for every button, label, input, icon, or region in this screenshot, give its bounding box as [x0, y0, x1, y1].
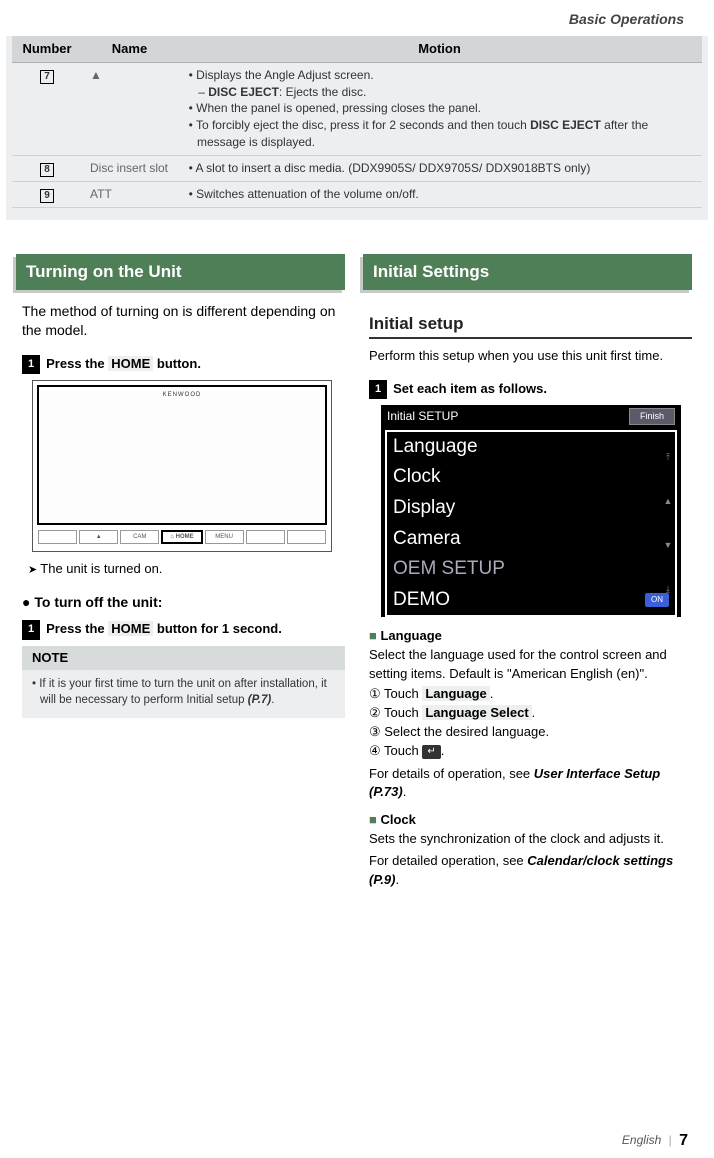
device-button: CAM: [120, 530, 159, 544]
finish-button[interactable]: Finish: [629, 408, 675, 425]
touch-language: Language: [422, 686, 489, 701]
th-name: Name: [82, 36, 177, 63]
controls-table-wrap: Number Name Motion 7 ▲ Displays the Angl…: [6, 36, 708, 220]
details-ref: For details of operation, see User Inter…: [369, 765, 692, 801]
footer-language: English: [622, 1133, 661, 1147]
setup-item-oem[interactable]: OEM SETUP: [387, 554, 675, 585]
scroll-top-icon[interactable]: ⤒: [666, 451, 670, 464]
setup-item-display[interactable]: Display: [387, 493, 675, 524]
turn-off-heading: To turn off the unit:: [22, 593, 345, 613]
motion-line: Displays the Angle Adjust screen.: [185, 67, 694, 84]
note-heading: NOTE: [22, 646, 345, 670]
table-row: 7 ▲ Displays the Angle Adjust screen. DI…: [12, 62, 702, 155]
row-motion: Switches attenuation of the volume on/of…: [177, 181, 702, 207]
motion-text: To forcibly eject the disc, press it for…: [196, 118, 530, 132]
table-row: 8 Disc insert slot A slot to insert a di…: [12, 155, 702, 181]
page-footer: English | 7: [622, 1130, 688, 1152]
row-number: 7: [40, 70, 54, 84]
result-text: The unit is turned on.: [22, 560, 345, 578]
motion-line: DISC EJECT: Ejects the disc.: [185, 84, 694, 101]
note-body: If it is your first time to turn the uni…: [22, 670, 345, 708]
device-button: [38, 530, 77, 544]
device-button: [246, 530, 285, 544]
language-steps: ① Touch Language. ② Touch Language Selec…: [369, 685, 692, 761]
row-name-eject: ▲: [82, 62, 177, 155]
device-button: MENU: [205, 530, 244, 544]
row-motion: A slot to insert a disc media. (DDX9905S…: [177, 155, 702, 181]
note-box: NOTE If it is your first time to turn th…: [22, 646, 345, 718]
back-icon: ↵: [422, 745, 440, 759]
scroll-indicators: ⤒ ▲ ▼ ⤓: [661, 435, 675, 611]
setup-item-demo[interactable]: DEMOON: [387, 585, 675, 616]
step-text: Press the HOME button.: [46, 355, 201, 373]
step-1-setup: 1 Set each item as follows.: [369, 380, 692, 399]
item-clock-head: Clock: [369, 811, 692, 829]
item-clock-body: Sets the synchronization of the clock an…: [369, 830, 692, 848]
page-ref: (P.7): [248, 694, 271, 706]
step-number: 1: [22, 620, 40, 639]
motion-text: : Ejects the disc.: [279, 85, 366, 99]
motion-line: When the panel is opened, pressing close…: [185, 100, 694, 117]
footer-page-number: 7: [679, 1132, 688, 1149]
row-name-disc-slot: Disc insert slot: [82, 155, 177, 181]
table-row: 9 ATT Switches attenuation of the volume…: [12, 181, 702, 207]
row-number: 8: [40, 163, 54, 177]
controls-table: Number Name Motion 7 ▲ Displays the Angl…: [12, 36, 702, 208]
disc-eject-label: DISC EJECT: [208, 85, 279, 99]
step-text: Press the HOME button for 1 second.: [46, 620, 282, 638]
step-number: 1: [22, 355, 40, 374]
clock-ref: For detailed operation, see Calendar/clo…: [369, 852, 692, 888]
device-home-button: ⌂ HOME: [161, 530, 202, 544]
row-motion: Displays the Angle Adjust screen. DISC E…: [177, 62, 702, 155]
motion-line: A slot to insert a disc media. (DDX9905S…: [185, 160, 694, 177]
step-text: Set each item as follows.: [393, 380, 547, 398]
left-column: Turning on the Unit The method of turnin…: [22, 254, 345, 889]
intro-text: The method of turning on is different de…: [22, 302, 345, 341]
setup-item-camera[interactable]: Camera: [387, 524, 675, 555]
device-figure: KENWOOD ▲ CAM ⌂ HOME MENU: [32, 380, 332, 552]
motion-line: Switches attenuation of the volume on/of…: [185, 186, 694, 203]
intro-text: Perform this setup when you use this uni…: [369, 347, 692, 365]
subtitle-initial-setup: Initial setup: [369, 312, 692, 340]
device-button: ▲: [79, 530, 118, 544]
scroll-down-icon[interactable]: ▼: [664, 539, 673, 552]
page-header: Basic Operations: [0, 0, 714, 36]
section-turning-on: Turning on the Unit: [16, 254, 345, 290]
setup-item-clock[interactable]: Clock: [387, 462, 675, 493]
motion-line: To forcibly eject the disc, press it for…: [185, 117, 694, 151]
touch-language-select: Language Select: [422, 705, 531, 720]
brand-label: KENWOOD: [163, 391, 202, 399]
scroll-up-icon[interactable]: ▲: [664, 495, 673, 508]
step-1: 1 Press the HOME button.: [22, 355, 345, 374]
th-number: Number: [12, 36, 82, 63]
item-language-head: Language: [369, 627, 692, 645]
section-initial-settings: Initial Settings: [363, 254, 692, 290]
row-number: 9: [40, 189, 54, 203]
initial-setup-screenshot: Initial SETUP Finish Language Clock Disp…: [381, 405, 681, 617]
th-motion: Motion: [177, 36, 702, 63]
step-number: 1: [369, 380, 387, 399]
home-button-label: HOME: [108, 621, 153, 636]
setup-screen-title: Initial SETUP: [387, 408, 458, 425]
scroll-bottom-icon[interactable]: ⤓: [666, 583, 670, 596]
setup-item-language[interactable]: Language: [387, 432, 675, 463]
row-name-att: ATT: [82, 181, 177, 207]
step-1-off: 1 Press the HOME button for 1 second.: [22, 620, 345, 639]
item-language-body: Select the language used for the control…: [369, 646, 692, 682]
home-button-label: HOME: [108, 356, 153, 371]
device-button: [287, 530, 326, 544]
right-column: Initial Settings Initial setup Perform t…: [369, 254, 692, 889]
disc-eject-label: DISC EJECT: [530, 118, 601, 132]
